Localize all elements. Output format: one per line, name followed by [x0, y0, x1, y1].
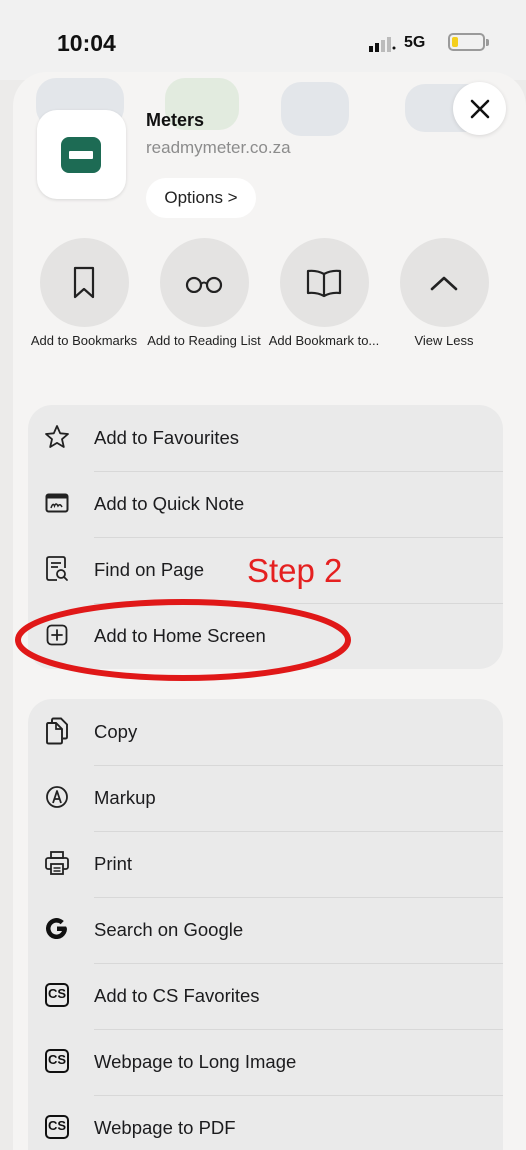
menu-item-label: Add to Quick Note	[94, 493, 245, 514]
menu-group-secondary: Copy Markup Print Search on Google CS Ad…	[28, 699, 503, 1150]
signal-icon	[369, 37, 396, 52]
menu-item-search-on-google[interactable]: Search on Google	[28, 897, 503, 963]
menu-item-webpage-to-long-image[interactable]: CS Webpage to Long Image	[28, 1029, 503, 1095]
quick-note-icon	[45, 493, 69, 513]
status-bar: 10:04 5G	[0, 0, 526, 80]
menu-item-label: Markup	[94, 787, 156, 808]
bookmark-icon	[73, 266, 95, 298]
network-type: 5G	[404, 34, 426, 51]
meter-app-icon	[37, 110, 126, 199]
battery-icon	[448, 33, 489, 51]
menu-item-add-to-favourites[interactable]: Add to Favourites	[28, 405, 503, 471]
action-view-less[interactable]: View Less	[383, 238, 505, 349]
menu-item-label: Webpage to PDF	[94, 1117, 236, 1138]
menu-item-print[interactable]: Print	[28, 831, 503, 897]
close-button[interactable]	[453, 82, 506, 135]
menu-item-label: Add to Favourites	[94, 427, 239, 448]
menu-item-label: Search on Google	[94, 919, 244, 940]
status-time: 10:04	[57, 30, 116, 56]
glasses-icon	[185, 276, 223, 293]
cs-icon: CS	[45, 1049, 69, 1073]
markup-icon	[46, 786, 68, 808]
copy-icon	[46, 717, 68, 745]
menu-item-label: Webpage to Long Image	[94, 1051, 297, 1072]
menu-item-label: Copy	[94, 721, 138, 742]
book-icon	[306, 269, 342, 297]
menu-item-webpage-to-pdf[interactable]: CS Webpage to PDF	[28, 1095, 503, 1150]
step-annotation: Step 2	[247, 552, 343, 589]
app-title: Meters	[146, 110, 205, 130]
menu-item-copy[interactable]: Copy	[28, 699, 503, 765]
cs-icon: CS	[45, 1115, 69, 1139]
highlight-ellipse	[15, 599, 351, 681]
action-label: View Less	[414, 333, 474, 348]
action-add-bookmarks[interactable]: Add to Bookmarks	[23, 238, 145, 349]
star-icon	[45, 425, 69, 448]
menu-item-label: Print	[94, 853, 133, 874]
action-label: Add to Bookmarks	[30, 333, 138, 348]
action-add-bookmark-to[interactable]: Add Bookmark to...	[263, 238, 385, 349]
app-url: readmymeter.co.za	[146, 138, 291, 157]
action-label: Add Bookmark to...	[268, 333, 380, 348]
print-icon	[45, 851, 69, 875]
close-icon	[470, 99, 489, 118]
find-on-page-icon	[46, 556, 68, 581]
action-add-reading-list[interactable]: Add to Reading List	[143, 238, 265, 349]
menu-item-add-to-cs-favorites[interactable]: CS Add to CS Favorites	[28, 963, 503, 1029]
google-icon	[46, 918, 67, 940]
options-button[interactable]: Options >	[146, 178, 256, 218]
cs-icon: CS	[45, 983, 69, 1007]
menu-item-label: Add to CS Favorites	[94, 985, 260, 1006]
menu-item-label: Find on Page	[94, 559, 205, 580]
menu-item-markup[interactable]: Markup	[28, 765, 503, 831]
menu-item-add-to-quick-note[interactable]: Add to Quick Note	[28, 471, 503, 537]
action-label: Add to Reading List	[147, 333, 261, 348]
chevron-up-icon	[430, 276, 458, 290]
